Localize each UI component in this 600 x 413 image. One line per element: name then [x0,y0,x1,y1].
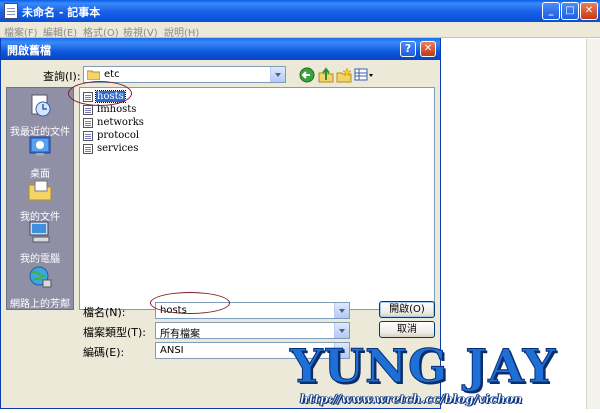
place-network-label: 網路上的芳鄰 [10,299,70,310]
menu-edit[interactable]: 編輯(E) [43,24,77,39]
chevron-down-icon[interactable] [334,323,349,338]
new-folder-icon[interactable] [336,67,352,83]
menu-view[interactable]: 檢視(V) [123,24,158,39]
dialog-help-button[interactable]: ? [400,41,416,57]
cancel-button[interactable]: 取消 [379,321,435,338]
chevron-down-icon[interactable] [334,303,349,318]
place-my-computer-label: 我的電腦 [20,254,60,265]
menu-file[interactable]: 檔案(F) [4,24,38,39]
maximize-button[interactable]: □ [561,2,579,20]
encoding-value: ANSI [160,345,184,356]
my-documents-icon [28,180,52,201]
watermark-url: http://www.wretch.cc/blog/vichon [300,392,523,406]
annotation-ellipse-filename [150,292,230,314]
look-in-label: 查詢(I): [43,70,81,83]
file-icon [83,144,93,154]
file-icon [83,105,93,115]
filetype-label: 檔案類型(T): [83,326,147,339]
place-my-computer[interactable]: 我的電腦 [7,219,73,265]
encoding-label: 編碼(E): [83,346,125,359]
recent-documents-icon [31,94,51,117]
notepad-titlebar[interactable]: 未命名 - 記事本 _ □ ✕ [0,0,600,22]
notepad-scrollbar[interactable] [586,39,600,409]
view-menu-icon[interactable] [354,67,374,83]
minimize-button[interactable]: _ [542,2,560,20]
up-folder-icon[interactable] [318,67,334,83]
open-button[interactable]: 開啟(O) [379,301,435,318]
menu-help[interactable]: 說明(H) [164,24,199,39]
places-bar: 我最近的文件 桌面 我的文件 我的電腦 網路上的芳鄰 [6,87,74,310]
place-network[interactable]: 網路上的芳鄰 [7,264,73,310]
dialog-close-button[interactable]: ✕ [420,41,436,57]
close-button[interactable]: ✕ [580,2,598,20]
notepad-menubar: 檔案(F) 編輯(E) 格式(O) 檢視(V) 說明(H) [0,22,600,39]
menu-format[interactable]: 格式(O) [83,24,119,39]
watermark-text: YUNG JAY [289,339,557,393]
look-in-select[interactable]: etc [83,66,286,83]
folder-icon [87,70,100,80]
filetype-select[interactable]: 所有檔案 [155,322,350,340]
file-name: services [97,143,139,154]
place-my-documents[interactable]: 我的文件 [7,177,73,223]
dialog-title: 開啟舊檔 [7,44,51,57]
file-icon [83,131,93,141]
chevron-down-icon[interactable] [270,67,285,82]
annotation-ellipse-file [68,81,132,106]
notepad-title: 未命名 - 記事本 [22,6,101,19]
file-name: protocol [97,130,140,141]
file-name: networks [97,117,144,128]
place-recent[interactable]: 我最近的文件 [7,92,73,138]
file-icon [83,118,93,128]
file-list[interactable]: hosts lmhosts networks protocol services [79,87,435,310]
notepad-icon [4,3,18,19]
look-in-value: etc [104,69,120,80]
dialog-titlebar[interactable]: 開啟舊檔 ? ✕ [1,38,440,60]
filetype-value: 所有檔案 [160,329,200,340]
my-computer-icon [29,221,50,243]
place-desktop[interactable]: 桌面 [7,134,73,180]
filename-label: 檔名(N): [83,306,126,319]
back-icon[interactable] [299,67,315,83]
network-places-icon [29,266,52,288]
desktop-icon [29,136,51,156]
